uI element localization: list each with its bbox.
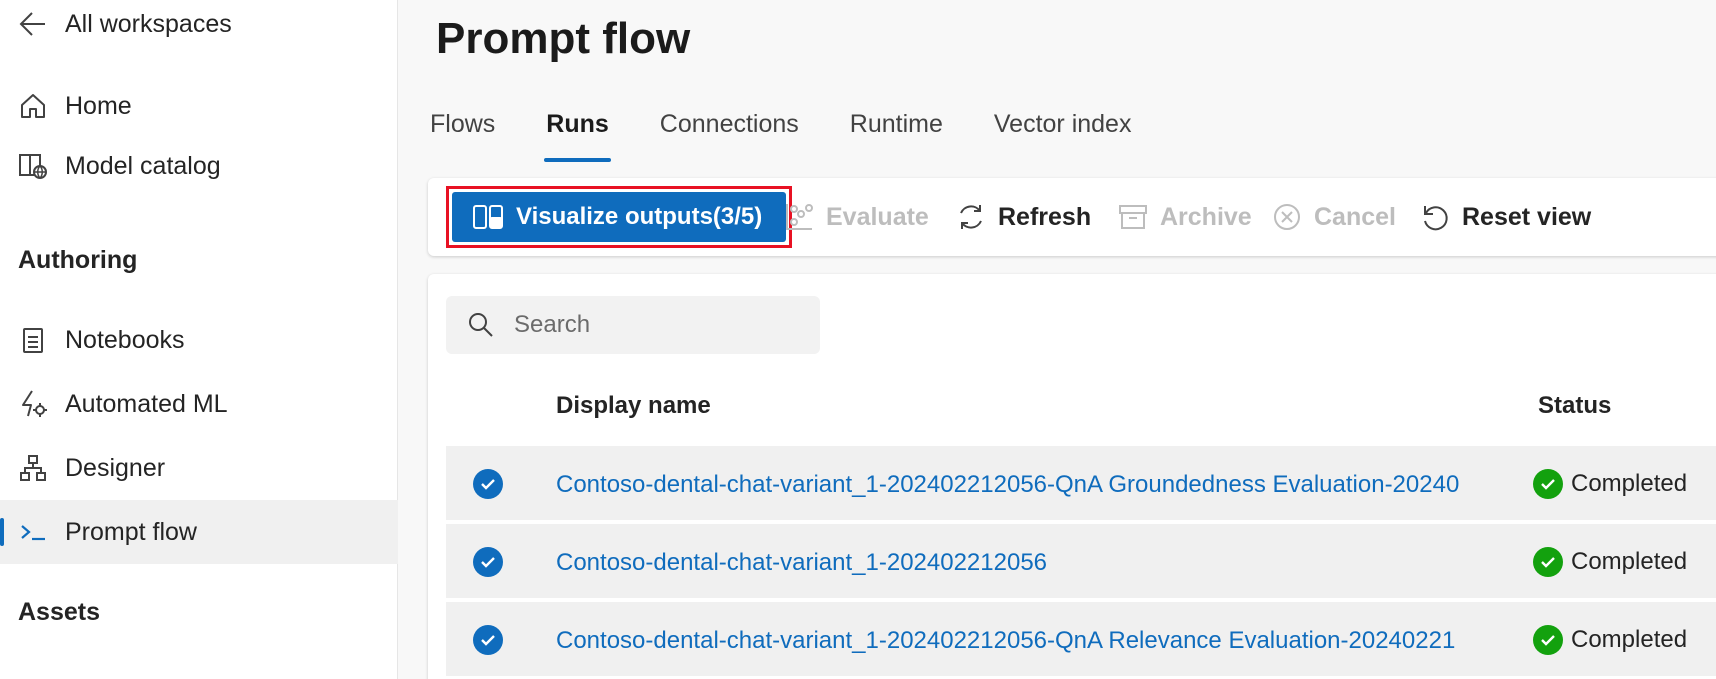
archive-button[interactable]: Archive: [1118, 196, 1252, 238]
sidebar-item-prompt-flow[interactable]: Prompt flow: [0, 500, 398, 564]
row-checkbox-checked[interactable]: [473, 469, 503, 499]
checkmark-icon: [481, 635, 495, 646]
main-content: Prompt flow Flows Runs Connections Runti…: [398, 0, 1716, 679]
tab-runtime[interactable]: Runtime: [848, 108, 945, 164]
archive-label: Archive: [1160, 202, 1252, 231]
evaluate-button[interactable]: Evaluate: [784, 196, 929, 238]
archive-icon: [1118, 202, 1148, 232]
column-header-display-name[interactable]: Display name: [556, 392, 711, 420]
sidebar-item-notebooks[interactable]: Notebooks: [0, 308, 398, 372]
run-status: Completed: [1533, 469, 1687, 499]
sidebar: All workspaces Home Model catalog Author…: [0, 0, 398, 679]
refresh-icon: [956, 202, 986, 232]
column-header-status[interactable]: Status: [1538, 392, 1611, 420]
sidebar-item-designer[interactable]: Designer: [0, 436, 398, 500]
runs-panel: Display name Status Contoso-dental-chat-…: [428, 274, 1716, 679]
sidebar-item-automated-ml[interactable]: Automated ML: [0, 372, 398, 436]
success-icon: [1533, 547, 1563, 577]
run-display-name-link[interactable]: Contoso-dental-chat-variant_1-2024022120…: [556, 549, 1498, 577]
designer-icon: [18, 453, 48, 483]
evaluate-icon: [784, 202, 814, 232]
tab-connections[interactable]: Connections: [658, 108, 801, 164]
sidebar-item-label: Automated ML: [65, 389, 228, 418]
model-catalog-icon: [18, 151, 48, 181]
sidebar-section-authoring: Authoring: [18, 246, 138, 274]
tab-vector-index[interactable]: Vector index: [992, 108, 1134, 164]
evaluate-label: Evaluate: [826, 202, 929, 231]
refresh-button[interactable]: Refresh: [956, 196, 1091, 238]
run-display-name-link[interactable]: Contoso-dental-chat-variant_1-2024022120…: [556, 627, 1498, 655]
status-label: Completed: [1571, 470, 1688, 497]
tab-flows[interactable]: Flows: [428, 108, 497, 164]
run-display-name-link[interactable]: Contoso-dental-chat-variant_1-2024022120…: [556, 471, 1498, 499]
reset-view-button[interactable]: Reset view: [1420, 196, 1591, 238]
table-row[interactable]: Contoso-dental-chat-variant_1-2024022120…: [446, 524, 1716, 600]
visualize-outputs-label: Visualize outputs(3/5): [516, 203, 763, 230]
tab-bar: Flows Runs Connections Runtime Vector in…: [428, 108, 1180, 164]
success-icon: [1533, 469, 1563, 499]
cancel-icon: [1272, 202, 1302, 232]
sidebar-section-assets: Assets: [18, 598, 100, 626]
checkmark-icon: [481, 479, 495, 490]
status-label: Completed: [1571, 626, 1688, 653]
sidebar-item-home[interactable]: Home: [0, 74, 398, 138]
sidebar-item-label: Home: [65, 91, 132, 120]
checkmark-icon: [481, 557, 495, 568]
search-icon: [468, 312, 494, 338]
status-label: Completed: [1571, 548, 1688, 575]
sidebar-item-label: Prompt flow: [65, 517, 197, 546]
refresh-label: Refresh: [998, 202, 1092, 231]
reset-view-label: Reset view: [1462, 202, 1592, 231]
automated-ml-icon: [18, 389, 48, 419]
home-icon: [18, 91, 48, 121]
visualize-outputs-button[interactable]: Visualize outputs(3/5): [452, 192, 786, 242]
visualize-outputs-highlight: Visualize outputs(3/5): [446, 186, 792, 248]
sidebar-item-label: Notebooks: [65, 325, 185, 354]
search-box: [446, 296, 820, 354]
sidebar-item-label: Designer: [65, 453, 166, 482]
run-status: Completed: [1533, 547, 1687, 577]
cancel-button[interactable]: Cancel: [1272, 196, 1396, 238]
back-label: All workspaces: [65, 9, 232, 38]
success-icon: [1533, 625, 1563, 655]
table-row[interactable]: Contoso-dental-chat-variant_1-2024022120…: [446, 446, 1716, 522]
command-bar: Visualize outputs(3/5) Evaluate Refresh …: [428, 178, 1716, 256]
search-input[interactable]: [514, 311, 794, 339]
cancel-label: Cancel: [1314, 202, 1396, 231]
row-checkbox-checked[interactable]: [473, 625, 503, 655]
sidebar-item-label: Model catalog: [65, 151, 221, 180]
page-title: Prompt flow: [436, 14, 691, 63]
row-checkbox-checked[interactable]: [473, 547, 503, 577]
sidebar-item-model-catalog[interactable]: Model catalog: [0, 134, 398, 198]
reset-icon: [1420, 202, 1450, 232]
table-row[interactable]: Contoso-dental-chat-variant_1-2024022120…: [446, 602, 1716, 678]
visualize-icon: [472, 204, 504, 230]
arrow-left-icon: [18, 9, 48, 39]
tab-runs[interactable]: Runs: [544, 108, 611, 164]
run-status: Completed: [1533, 625, 1687, 655]
notebook-icon: [18, 325, 48, 355]
back-to-workspaces-link[interactable]: All workspaces: [0, 0, 398, 56]
prompt-flow-icon: [18, 517, 48, 547]
